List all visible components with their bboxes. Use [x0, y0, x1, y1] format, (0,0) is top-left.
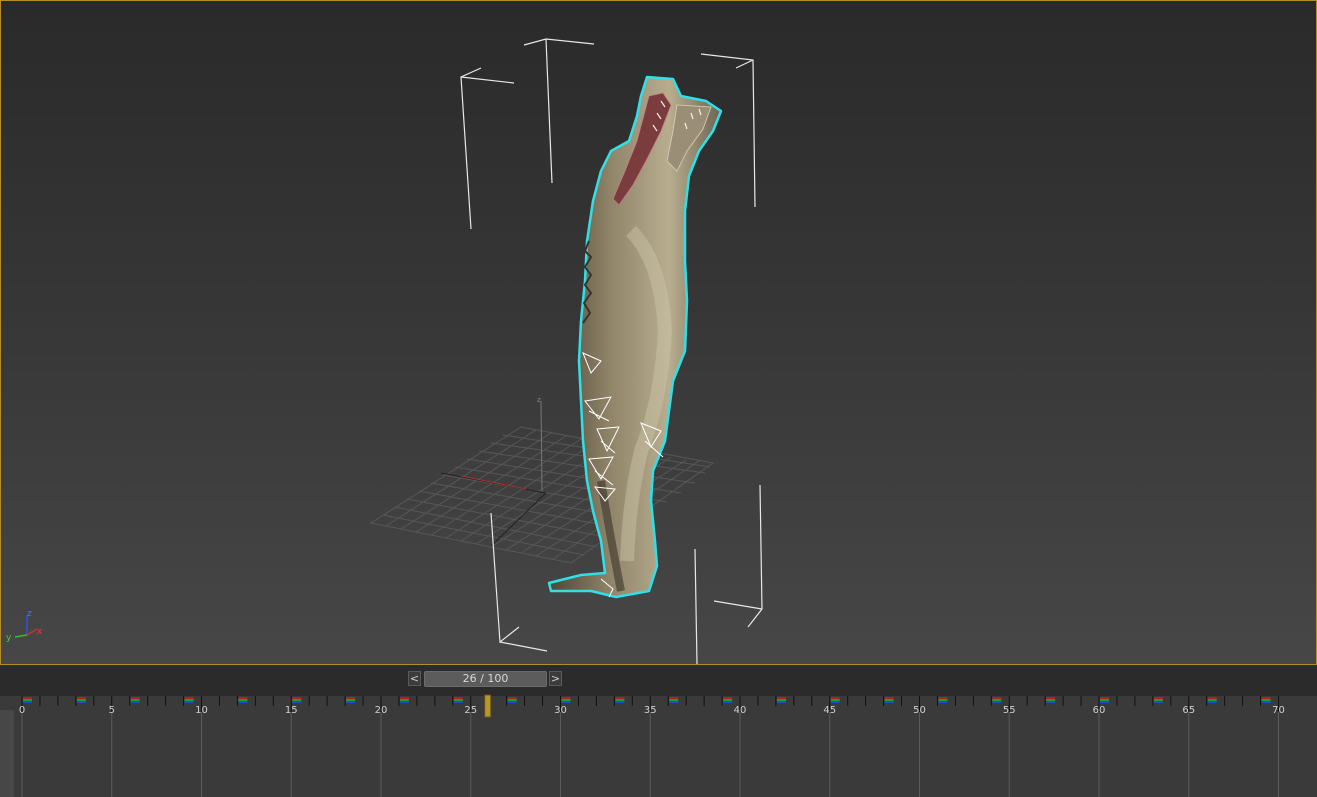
key-marker: [346, 701, 356, 703]
key-marker: [1046, 699, 1056, 701]
frame-label: 50: [913, 705, 926, 716]
axis-label-x: x: [37, 627, 43, 637]
key-marker: [1100, 697, 1109, 699]
key-marker: [1153, 697, 1163, 699]
key-marker: [1261, 699, 1271, 701]
frame-label: 25: [464, 705, 478, 716]
frame-label: 15: [284, 705, 298, 716]
key-marker: [884, 699, 894, 701]
key-marker: [1153, 701, 1163, 703]
key-marker: [346, 697, 356, 699]
frame-label: 45: [823, 705, 837, 716]
key-marker: [1153, 699, 1163, 701]
key-marker: [23, 699, 32, 701]
key-marker: [453, 701, 463, 703]
key-marker: [184, 697, 194, 699]
key-marker: [1046, 697, 1056, 699]
key-marker: [615, 699, 625, 701]
key-marker: [507, 697, 517, 699]
frame-label: 70: [1272, 705, 1285, 716]
svg-text:z: z: [537, 396, 541, 404]
frame-label: 55: [1002, 705, 1016, 716]
axis-label-z: z: [27, 609, 32, 619]
key-marker: [23, 697, 32, 699]
key-marker: [130, 699, 140, 701]
key-marker: [292, 701, 302, 703]
key-marker: [992, 699, 1002, 701]
time-slider-bar: [0, 665, 1317, 692]
key-marker: [669, 697, 679, 699]
key-marker: [723, 697, 733, 699]
key-marker: [561, 697, 571, 699]
key-marker: [1261, 697, 1271, 699]
key-marker: [399, 699, 409, 701]
axis-tripod: z x y: [6, 609, 43, 643]
frame-label: 5: [108, 705, 115, 716]
key-marker: [130, 701, 140, 703]
key-marker: [184, 699, 194, 701]
key-marker: [292, 697, 302, 699]
key-marker: [453, 697, 463, 699]
key-marker: [615, 701, 625, 703]
key-marker: [76, 697, 86, 699]
key-marker: [1207, 699, 1217, 701]
key-marker: [776, 697, 786, 699]
key-marker: [76, 699, 86, 701]
frame-label: 10: [195, 705, 208, 716]
key-marker: [938, 699, 948, 701]
axis-label-y: y: [6, 633, 12, 643]
key-marker: [238, 697, 248, 699]
key-marker: [292, 699, 302, 701]
key-marker: [992, 697, 1002, 699]
time-slider-thumb[interactable]: 26 / 100: [424, 671, 547, 687]
frame-label: 40: [733, 705, 747, 716]
key-marker: [561, 699, 571, 701]
key-marker: [938, 697, 948, 699]
key-marker: [1207, 701, 1217, 703]
previous-frame-button[interactable]: <: [408, 671, 421, 686]
key-marker: [1046, 701, 1056, 703]
key-marker: [238, 699, 248, 701]
key-marker: [346, 699, 356, 701]
frame-label: 60: [1092, 705, 1106, 716]
key-marker: [992, 701, 1002, 703]
key-marker: [1100, 699, 1109, 701]
key-marker: [669, 699, 679, 701]
key-marker: [830, 699, 840, 701]
key-marker: [830, 697, 840, 699]
key-marker: [1100, 701, 1109, 703]
key-marker: [453, 699, 463, 701]
key-marker: [669, 701, 679, 703]
frame-label: 30: [554, 705, 567, 716]
next-frame-button[interactable]: >: [549, 671, 562, 686]
track-bar[interactable]: 0 5 10 15 20 25 30 35 40 45 50 55 60 65 70: [0, 692, 1317, 797]
key-marker: [23, 701, 32, 703]
key-marker: [1207, 697, 1217, 699]
key-marker: [184, 701, 194, 703]
key-marker: [723, 699, 733, 701]
key-marker: [776, 699, 786, 701]
key-marker: [615, 697, 625, 699]
key-marker: [76, 701, 86, 703]
frame-label: 0: [18, 705, 26, 716]
frame-label: 35: [643, 705, 657, 716]
frame-label: 65: [1182, 705, 1196, 716]
key-marker: [938, 701, 948, 703]
key-marker: [830, 701, 840, 703]
key-marker: [399, 701, 409, 703]
key-marker: [561, 701, 571, 703]
key-marker: [884, 701, 894, 703]
key-marker: [399, 697, 409, 699]
key-marker: [776, 701, 786, 703]
key-marker: [130, 697, 140, 699]
perspective-viewport[interactable]: z z x y: [0, 0, 1317, 665]
key-marker: [1261, 701, 1271, 703]
frame-label: 20: [374, 705, 388, 716]
key-marker: [884, 697, 894, 699]
key-marker: [507, 701, 517, 703]
current-frame-marker: [484, 694, 492, 718]
key-marker: [507, 699, 517, 701]
key-marker: [723, 701, 733, 703]
key-marker: [238, 701, 248, 703]
